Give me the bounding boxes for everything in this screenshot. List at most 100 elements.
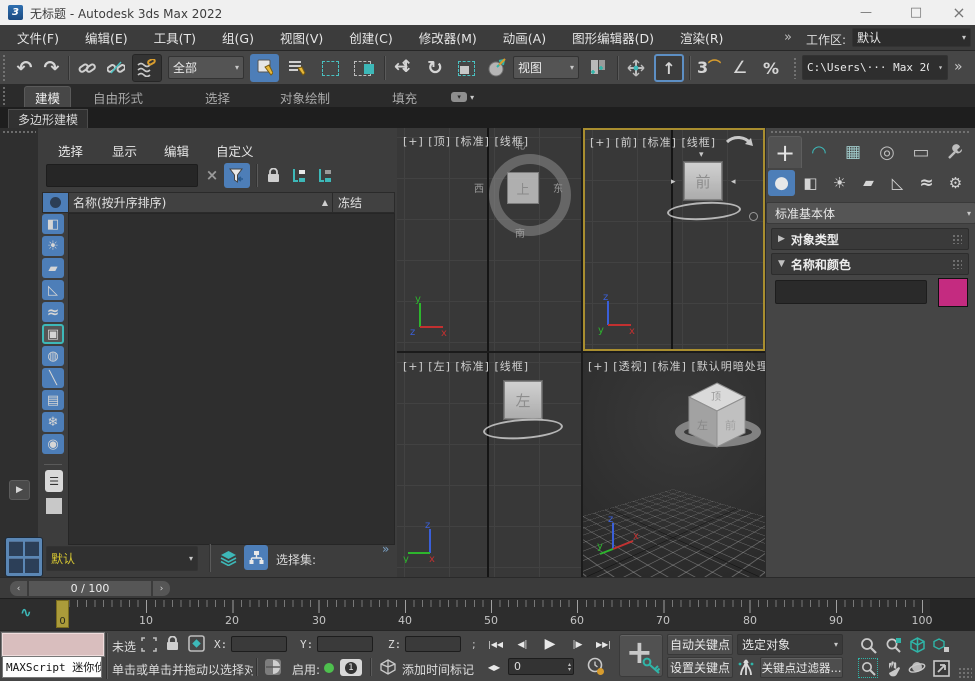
tab-motion[interactable]: ◎ bbox=[870, 136, 904, 168]
select-and-move-button[interactable]: ↔ ↕ bbox=[390, 56, 418, 80]
undo-button[interactable]: ↶ bbox=[12, 56, 37, 80]
menu-modifiers[interactable]: 修改器(M) bbox=[406, 25, 490, 50]
menu-create[interactable]: 创建(C) bbox=[336, 25, 405, 50]
rollout-name-color[interactable]: ▼ 名称和颜色 bbox=[771, 253, 969, 275]
search-clear-icon[interactable]: × bbox=[203, 166, 221, 184]
command-panel-grip[interactable] bbox=[770, 130, 970, 135]
toolbar-grip[interactable] bbox=[793, 57, 798, 79]
zoom-all-button[interactable] bbox=[883, 635, 903, 655]
ribbon-grip[interactable] bbox=[2, 86, 7, 105]
filter-imported-toggle[interactable]: ◍ bbox=[42, 346, 64, 366]
explorer-overflow-icon[interactable]: » bbox=[382, 542, 389, 556]
go-to-end-button[interactable]: ▶▶| bbox=[592, 635, 615, 654]
resize-grip[interactable] bbox=[958, 667, 972, 679]
key-filters-icon[interactable] bbox=[737, 658, 757, 677]
viewcube-rotate-arrow[interactable] bbox=[723, 132, 759, 162]
viewcube-compass-ellipse[interactable] bbox=[667, 200, 742, 222]
selection-filter-dropdown[interactable]: 全部 ▾ bbox=[168, 56, 244, 79]
viewcube-arrow-up[interactable]: ▾ bbox=[699, 150, 704, 160]
menu-rendering[interactable]: 渲染(R) bbox=[667, 25, 736, 50]
rollout-object-type[interactable]: ▶ 对象类型 bbox=[771, 228, 969, 250]
category-systems[interactable]: ⚙ bbox=[942, 170, 969, 196]
redo-button[interactable]: ↷ bbox=[39, 56, 64, 80]
tab-create[interactable]: + bbox=[768, 136, 802, 168]
add-time-tag-label[interactable]: 添加时间标记 bbox=[402, 661, 474, 678]
strip-expand-button[interactable]: ▶ bbox=[9, 480, 30, 500]
play-button[interactable]: ▶ bbox=[538, 634, 562, 654]
viewcube-arrow-left[interactable]: ▸ bbox=[671, 177, 676, 187]
select-and-rotate-button[interactable]: ↻ bbox=[422, 56, 448, 80]
show-curves-toggle[interactable]: ∿ bbox=[20, 605, 32, 621]
zoom-extents-all-button[interactable] bbox=[931, 635, 951, 655]
filter-cameras-toggle[interactable]: ▰ bbox=[42, 258, 64, 278]
frame-spinner[interactable]: ▴ ▾ bbox=[568, 662, 573, 672]
set-key-button[interactable]: 设置关键点 bbox=[667, 657, 733, 678]
category-cameras[interactable]: ▰ bbox=[855, 170, 882, 196]
viewport-top-label[interactable]: [+] [顶] [标准] [线框] bbox=[403, 133, 529, 149]
ribbon-panel-poly-modeling[interactable]: 多边形建模 bbox=[8, 109, 88, 130]
column-name-header[interactable]: 名称(按升序排序) ▲ bbox=[69, 193, 333, 212]
keyboard-override-toggle[interactable]: ↑ bbox=[654, 54, 684, 82]
y-coordinate-input[interactable] bbox=[317, 636, 373, 652]
explorer-list-area[interactable] bbox=[68, 213, 395, 545]
close-button[interactable]: × bbox=[945, 2, 973, 22]
z-coordinate-input[interactable] bbox=[405, 636, 461, 652]
maximize-button[interactable]: □ bbox=[895, 2, 937, 22]
menu-group[interactable]: 组(G) bbox=[209, 25, 267, 50]
explorer-dock-grip[interactable] bbox=[2, 130, 36, 135]
explorer-menu-edit[interactable]: 编辑 bbox=[152, 141, 204, 160]
category-helpers[interactable]: ◺ bbox=[884, 170, 911, 196]
viewcube-face[interactable]: 前 bbox=[684, 162, 722, 200]
minimize-button[interactable]: — bbox=[845, 2, 887, 22]
key-target-dropdown[interactable]: 选定对象 ▾ bbox=[737, 634, 843, 655]
selection-lock-toggle[interactable] bbox=[166, 636, 179, 651]
tab-display[interactable]: ▭ bbox=[904, 136, 938, 168]
layers-icon[interactable] bbox=[216, 546, 240, 570]
compass-east-label[interactable]: 东 bbox=[553, 180, 563, 195]
time-slider-handle[interactable]: 0 bbox=[56, 600, 69, 628]
select-and-scale-button[interactable] bbox=[452, 56, 480, 80]
workspace-dropdown[interactable]: 默认 ▾ bbox=[852, 28, 971, 47]
select-and-link-icon[interactable] bbox=[74, 56, 100, 80]
filter-shapes-toggle[interactable]: ◧ bbox=[42, 214, 64, 234]
viewport-top[interactable]: [+] [顶] [标准] [线框] 上 北 南 西 东 y x z bbox=[397, 128, 581, 351]
zoom-extents-button[interactable] bbox=[907, 635, 927, 655]
orbit-button[interactable] bbox=[907, 658, 927, 678]
menu-edit[interactable]: 编辑(E) bbox=[72, 25, 141, 50]
filter-frozen-toggle[interactable]: ❄ bbox=[42, 412, 64, 432]
menubar-overflow-icon[interactable]: » bbox=[784, 30, 792, 45]
viewcube-face[interactable]: 左 bbox=[504, 381, 542, 419]
column-display-toggle[interactable] bbox=[43, 193, 69, 212]
viewport-layout-button[interactable] bbox=[5, 537, 43, 577]
current-frame-input[interactable]: 0 ▴ ▾ bbox=[508, 658, 574, 675]
previous-frame-button[interactable]: ◀| bbox=[511, 635, 534, 654]
object-color-swatch[interactable] bbox=[938, 278, 968, 307]
column-frozen-header[interactable]: 冻结 bbox=[333, 193, 394, 212]
next-frame-arrow[interactable]: › bbox=[153, 581, 170, 596]
viewcube-3d[interactable]: 顶 左 前 bbox=[681, 377, 753, 457]
lock-icon[interactable] bbox=[262, 164, 284, 186]
viewcube-arrow-right[interactable]: ◂ bbox=[731, 177, 736, 187]
degradation-override-icon[interactable] bbox=[264, 658, 282, 676]
bind-to-spacewarp-button[interactable] bbox=[132, 54, 162, 82]
window-crossing-toggle[interactable] bbox=[348, 56, 376, 80]
category-geometry[interactable]: ● bbox=[768, 170, 795, 196]
layer-dropdown[interactable]: 默认 ▾ bbox=[46, 546, 198, 571]
filter-helpers-toggle[interactable]: ◺ bbox=[42, 280, 64, 300]
select-by-name-button[interactable] bbox=[283, 56, 311, 80]
next-frame-button[interactable]: |▶ bbox=[566, 635, 589, 654]
viewport-front-label[interactable]: [+] [前] [标准] [线框] bbox=[590, 134, 716, 150]
track-bar[interactable]: ∿ 10 20 30 40 50 60 70 80 90 100 0 bbox=[0, 598, 975, 630]
expand-hierarchy-icon[interactable] bbox=[288, 164, 310, 186]
maxscript-mini-listener[interactable]: MAXScript 迷你侦听器 bbox=[2, 656, 102, 678]
zoom-button[interactable] bbox=[858, 635, 878, 655]
selection-brackets-icon[interactable] bbox=[141, 637, 157, 652]
menu-animation[interactable]: 动画(A) bbox=[490, 25, 559, 50]
ribbon-tab-object-paint[interactable]: 对象绘制 bbox=[270, 87, 340, 107]
enabled-status-dot[interactable] bbox=[324, 663, 334, 673]
maximize-viewport-toggle[interactable] bbox=[931, 658, 951, 678]
list-view-button[interactable]: ☰ bbox=[45, 470, 63, 492]
tab-hierarchy[interactable]: ▦ bbox=[836, 136, 870, 168]
angle-snap-toggle[interactable]: ∠ bbox=[726, 56, 754, 80]
viewport-perspective[interactable]: [+] [透视] [标准] [默认明暗处理] 顶 左 前 z x y bbox=[583, 353, 765, 577]
